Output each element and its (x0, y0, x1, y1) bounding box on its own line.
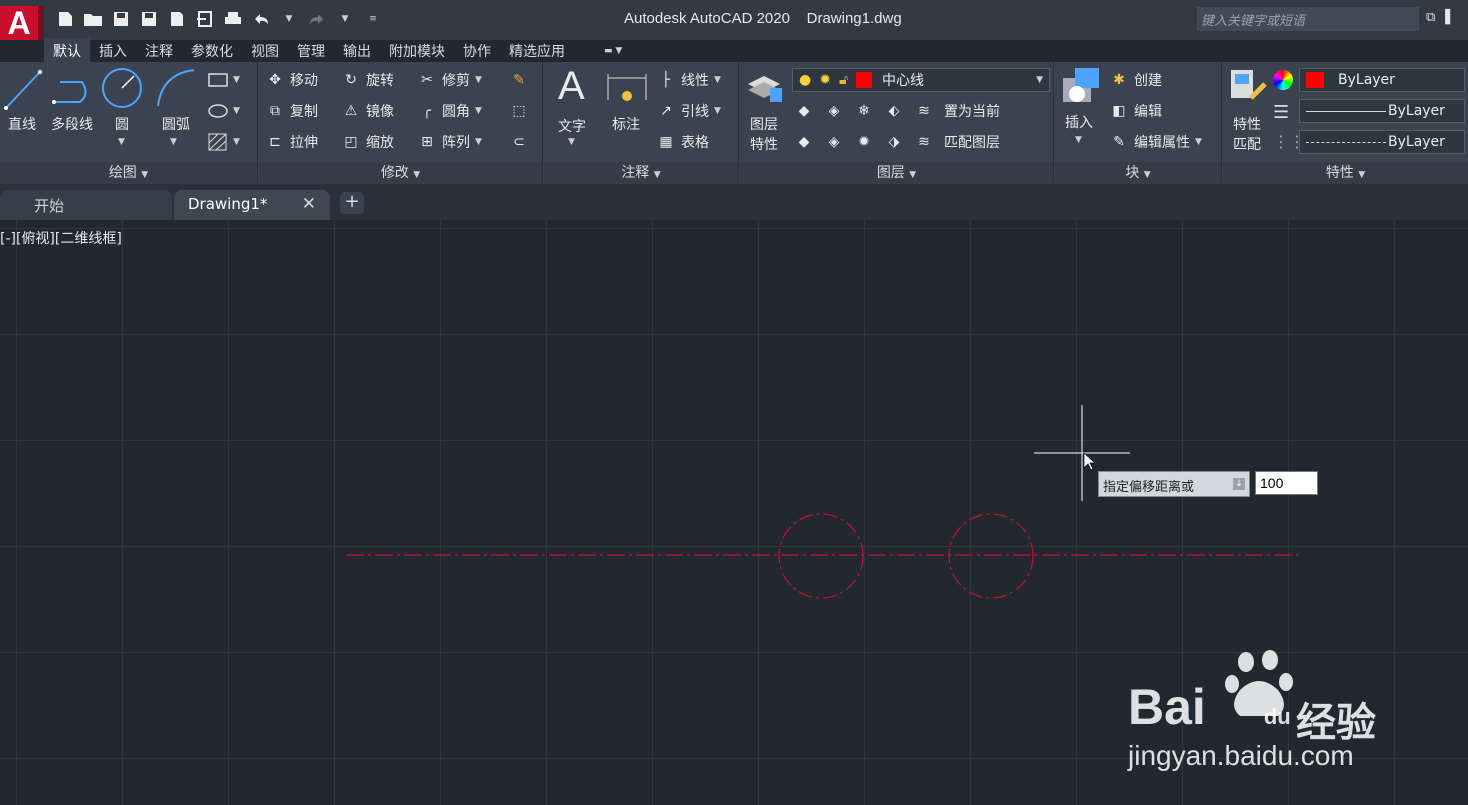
command-prompt-text: 指定偏移距离或 (1103, 480, 1195, 495)
baidu-watermark: Bai du 经验 jingyan.baidu.com (1128, 650, 1398, 780)
circle-left (778, 513, 864, 599)
baidu-url: jingyan.baidu.com (1128, 740, 1354, 771)
command-prompt-tooltip: 指定偏移距离或 ↓ (1098, 471, 1250, 497)
circle-right (948, 513, 1034, 599)
baidu-brand: Bai du (1128, 679, 1291, 735)
arrow-down-icon[interactable]: ↓ (1233, 478, 1245, 490)
offset-distance-input[interactable]: 100 (1255, 471, 1318, 495)
